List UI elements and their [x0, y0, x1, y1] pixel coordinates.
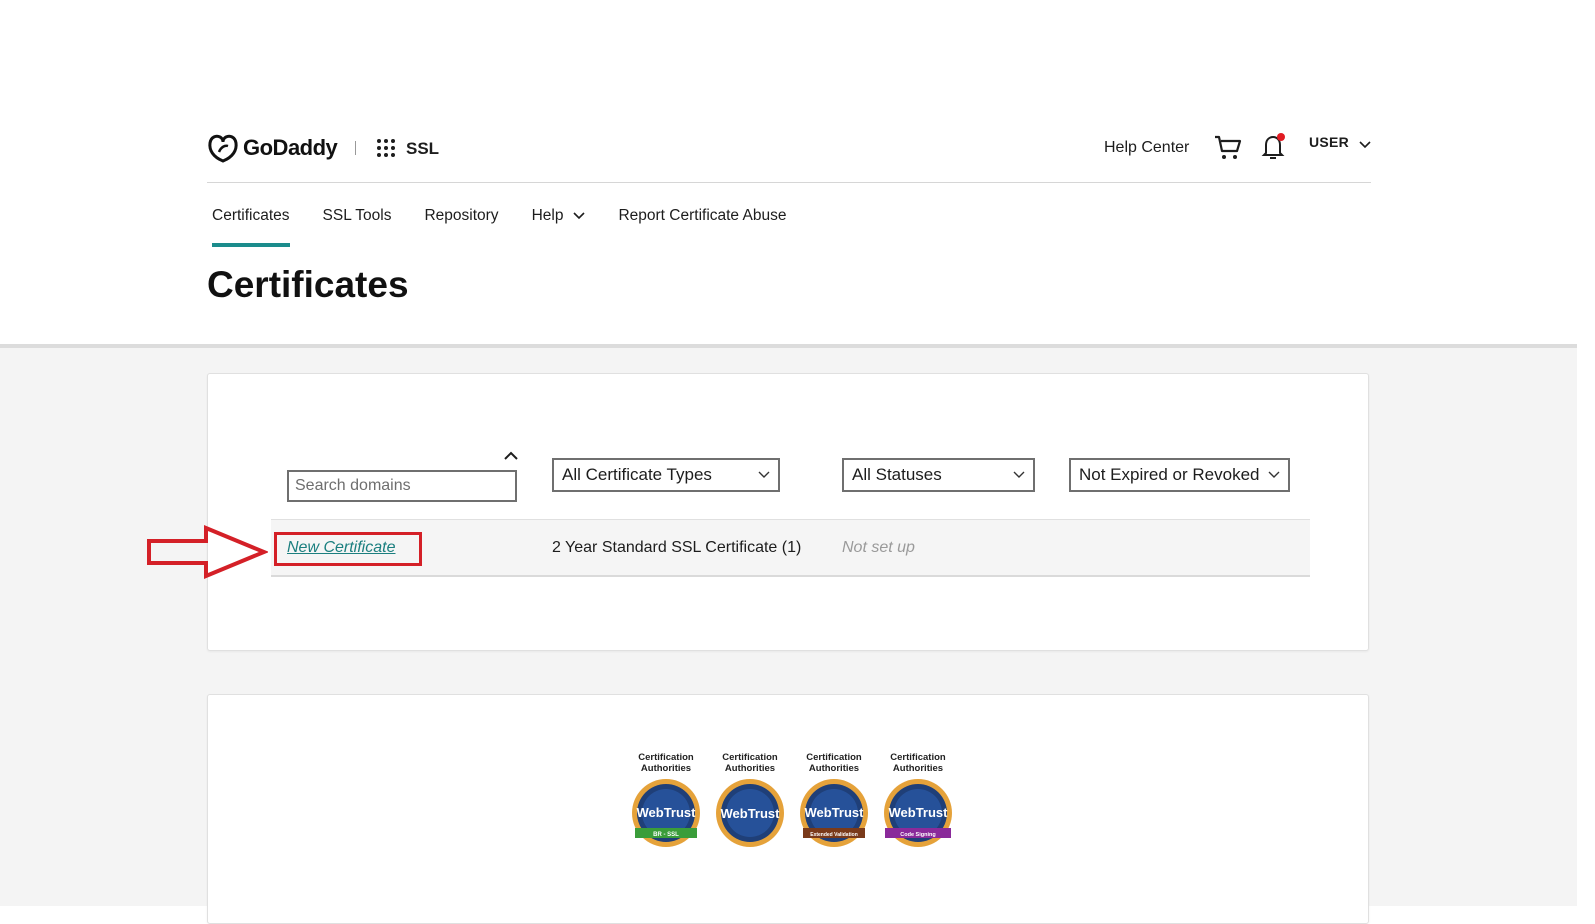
brand-name: GoDaddy [243, 135, 338, 160]
tab-label: Help [531, 207, 564, 224]
badge-caption: Certification Authorities [722, 752, 778, 774]
tab-repository[interactable]: Repository [424, 207, 498, 225]
webtrust-badge: Certification Authorities WebTrust [712, 752, 788, 850]
chevron-down-icon [758, 471, 770, 478]
badge-caption: Certification Authorities [806, 752, 862, 774]
tab-help[interactable]: Help [532, 207, 586, 225]
chevron-down-icon [1359, 141, 1371, 149]
webtrust-seal-icon: WebTrust Extended Validation [800, 779, 868, 847]
user-label: USER [1309, 134, 1350, 150]
svg-text:WebTrust: WebTrust [889, 805, 949, 820]
godaddy-logo-icon [208, 134, 238, 163]
godaddy-logo[interactable]: GoDaddy [207, 133, 338, 163]
tab-label: Certificates [212, 207, 290, 224]
badge-caption: Certification Authorities [638, 752, 694, 774]
search-input[interactable] [287, 470, 517, 502]
apps-grid-icon[interactable] [377, 139, 395, 157]
svg-text:WebTrust: WebTrust [805, 805, 865, 820]
cart-icon[interactable] [1213, 132, 1243, 162]
select-value: All Statuses [852, 465, 942, 484]
svg-text:Extended Validation: Extended Validation [810, 832, 858, 838]
header-divider [207, 182, 1371, 183]
svg-text:WebTrust: WebTrust [637, 805, 697, 820]
tab-label: SSL Tools [322, 207, 392, 224]
webtrust-seal-icon: WebTrust Code Signing [884, 779, 952, 847]
help-center-link[interactable]: Help Center [1104, 139, 1189, 157]
logo-divider [355, 141, 356, 155]
status-select[interactable]: All Statuses [842, 458, 1035, 492]
main-nav: Certificates SSL Tools Repository Help R… [212, 207, 819, 247]
svg-text:Code Signing: Code Signing [900, 832, 935, 838]
bell-icon[interactable] [1260, 132, 1288, 162]
certificates-card [207, 373, 1369, 651]
webtrust-badge-br-ssl: Certification Authorities WebTrust BR - S… [628, 752, 704, 850]
webtrust-badge-extended-validation: Certification Authorities WebTrust Extend… [796, 752, 872, 850]
chevron-down-icon [1013, 471, 1025, 478]
annotation-arrow-icon [147, 525, 268, 579]
user-menu[interactable]: USER [1309, 134, 1371, 150]
certificate-status: Not set up [842, 539, 915, 556]
webtrust-seal-icon: WebTrust BR - SSL [632, 779, 700, 847]
annotation-highlight-box [274, 532, 422, 566]
webtrust-badges: Certification Authorities WebTrust BR - S… [628, 752, 964, 850]
select-value: Not Expired or Revoked [1079, 465, 1260, 484]
page-title: Certificates [207, 264, 409, 305]
certificate-type: 2 Year Standard SSL Certificate (1) [552, 539, 802, 556]
chevron-down-icon [573, 212, 586, 220]
svg-text:BR - SSL: BR - SSL [653, 832, 679, 838]
expiry-select[interactable]: Not Expired or Revoked [1069, 458, 1290, 492]
webtrust-badge-code-signing: Certification Authorities WebTrust Code S… [880, 752, 956, 850]
select-value: All Certificate Types [562, 465, 712, 484]
tab-report-abuse[interactable]: Report Certificate Abuse [618, 207, 786, 225]
tab-certificates[interactable]: Certificates [212, 207, 290, 247]
svg-text:WebTrust: WebTrust [721, 806, 781, 821]
product-name[interactable]: SSL [406, 139, 439, 159]
tab-label: Report Certificate Abuse [618, 207, 787, 224]
certificate-type-select[interactable]: All Certificate Types [552, 458, 780, 492]
tab-ssl-tools[interactable]: SSL Tools [323, 207, 392, 225]
badge-caption: Certification Authorities [890, 752, 946, 774]
chevron-down-icon [1268, 471, 1280, 478]
webtrust-seal-icon: WebTrust [716, 779, 784, 847]
tab-label: Repository [424, 207, 499, 224]
chevron-up-icon[interactable] [504, 451, 518, 461]
